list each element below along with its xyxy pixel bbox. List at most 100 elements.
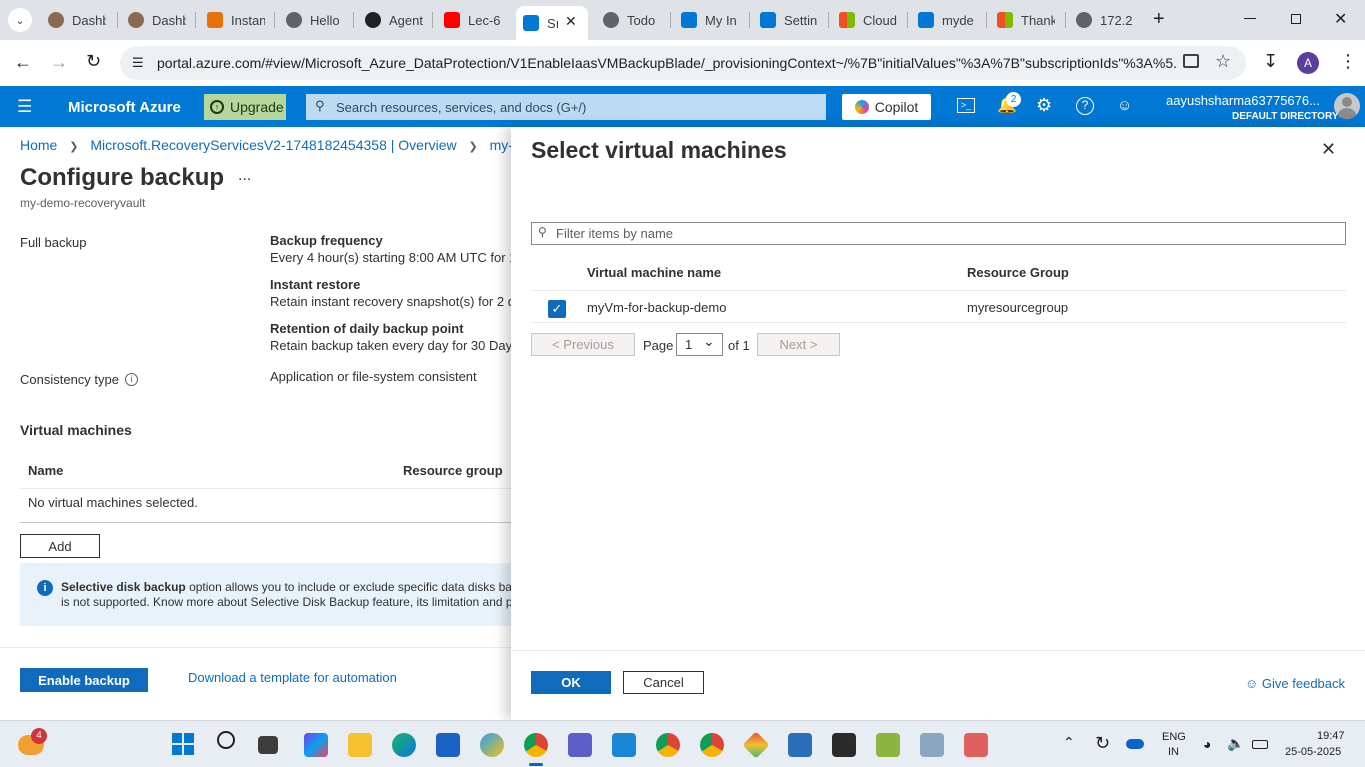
give-feedback-link[interactable]: ☺ Give feedback xyxy=(1245,676,1345,691)
chevron-down-icon: ⌄ xyxy=(703,333,715,349)
browser-tab[interactable]: Dashb xyxy=(128,8,186,32)
search-icon[interactable] xyxy=(217,731,235,749)
browser-tab[interactable]: 172.2 xyxy=(1076,8,1134,32)
tab-search-button[interactable]: ⌄ xyxy=(8,8,32,32)
browser-tab[interactable]: My In xyxy=(681,8,739,32)
add-vm-button[interactable]: Add xyxy=(20,534,100,558)
close-tab-icon[interactable]: ✕ xyxy=(565,13,577,30)
start-icon[interactable] xyxy=(172,733,194,755)
info-banner-text: option allows you to include or exclude … xyxy=(185,580,511,594)
breadcrumb: Home ❯ Microsoft.RecoveryServicesV2-1748… xyxy=(20,137,511,153)
global-search-input[interactable]: ⚲ Search resources, services, and docs (… xyxy=(306,94,826,120)
sync-icon[interactable]: ↻ xyxy=(1095,733,1110,754)
url-text[interactable]: portal.azure.com/#view/Microsoft_Azure_D… xyxy=(157,55,1177,71)
edge-icon[interactable] xyxy=(392,733,416,757)
previous-page-button[interactable]: < Previous xyxy=(531,333,635,356)
snipping-tool-icon[interactable] xyxy=(964,733,988,757)
cancel-button[interactable]: Cancel xyxy=(623,671,704,694)
chrome-icon[interactable] xyxy=(656,733,680,757)
forward-icon[interactable]: → xyxy=(50,52,68,73)
teams-icon[interactable] xyxy=(568,733,592,757)
wifi-icon[interactable]: ◕ xyxy=(1203,736,1211,752)
browser-tab[interactable]: Agent xyxy=(365,8,423,32)
info-circle-icon[interactable]: i xyxy=(125,373,138,386)
column-header-name: Name xyxy=(28,463,64,478)
clock-time[interactable]: 19:47 xyxy=(1317,730,1345,742)
filter-input[interactable]: ⚲ Filter items by name xyxy=(531,222,1346,245)
address-bar[interactable]: ☰ portal.azure.com/#view/Microsoft_Azure… xyxy=(120,46,1246,80)
help-icon[interactable]: ? xyxy=(1076,97,1094,115)
browser-tab[interactable]: Hello xyxy=(286,8,344,32)
browser-tab-strip: ⌄ Dashb Dashb Instan Hello Agent Lec-6 S… xyxy=(0,0,1365,40)
restore-icon[interactable] xyxy=(1291,14,1301,24)
feedback-person-icon: ☺ xyxy=(1245,676,1259,691)
profile-avatar[interactable]: A xyxy=(1297,52,1319,74)
page-select[interactable]: 1 ⌄ xyxy=(676,333,723,356)
browser-tab[interactable]: Thank xyxy=(997,8,1055,32)
onedrive-icon[interactable] xyxy=(1126,739,1144,749)
copilot-button[interactable]: Copilot xyxy=(842,94,931,120)
breadcrumb-home[interactable]: Home xyxy=(20,137,57,153)
remote-desktop-icon[interactable] xyxy=(920,733,944,757)
download-template-link[interactable]: Download a template for automation xyxy=(188,670,397,685)
more-actions-icon[interactable]: ... xyxy=(238,167,251,185)
cloud-shell-icon[interactable]: >_ xyxy=(957,98,975,113)
close-panel-icon[interactable]: ✕ xyxy=(1321,139,1336,160)
weather-icon[interactable] xyxy=(480,733,504,757)
chevron-up-icon[interactable]: ⌃ xyxy=(1063,734,1075,751)
install-app-icon[interactable] xyxy=(1183,54,1199,68)
task-view-icon[interactable] xyxy=(258,736,278,754)
app-icon[interactable] xyxy=(742,731,770,759)
info-banner-bold: Selective disk backup xyxy=(61,580,186,594)
row-checkbox[interactable]: ✓ xyxy=(548,300,566,318)
browser-menu-icon[interactable]: ⋮ xyxy=(1339,51,1357,72)
enable-backup-button[interactable]: Enable backup xyxy=(20,668,148,692)
battery-icon[interactable] xyxy=(1252,740,1268,749)
search-icon: ⚲ xyxy=(315,98,325,113)
browser-tab[interactable]: Lec-6 xyxy=(444,8,502,32)
next-page-button[interactable]: Next > xyxy=(757,333,840,356)
browser-tab-active[interactable]: Sı ✕ xyxy=(516,6,588,40)
user-avatar[interactable] xyxy=(1334,93,1360,119)
vscode-icon[interactable] xyxy=(612,733,636,757)
close-window-icon[interactable]: ✕ xyxy=(1334,9,1347,29)
minimize-icon[interactable] xyxy=(1244,18,1256,19)
ok-button[interactable]: OK xyxy=(531,671,611,694)
upgrade-button[interactable]: ↑ Upgrade xyxy=(204,94,286,120)
user-name[interactable]: aayushsharma63775676... xyxy=(1166,93,1330,108)
bookmark-star-icon[interactable]: ☆ xyxy=(1215,51,1231,72)
browser-tab[interactable]: Dashb xyxy=(48,8,106,32)
page-label: Page xyxy=(643,338,674,353)
site-info-icon[interactable]: ☰ xyxy=(132,55,144,71)
vm-section-title: Virtual machines xyxy=(20,422,132,438)
browser-tab[interactable]: Todo xyxy=(603,8,661,32)
browser-tab[interactable]: myde xyxy=(918,8,976,32)
back-icon[interactable]: ← xyxy=(14,52,32,73)
breadcrumb-vault[interactable]: Microsoft.RecoveryServicesV2-17481824543… xyxy=(90,137,456,153)
reload-icon[interactable]: ↻ xyxy=(86,51,101,72)
breadcrumb-current[interactable]: my-demo xyxy=(490,137,511,153)
browser-tab[interactable]: Cloud xyxy=(839,8,897,32)
feedback-icon[interactable]: ☺ xyxy=(1117,97,1132,114)
terminal-icon[interactable] xyxy=(832,733,856,757)
store-icon[interactable] xyxy=(436,733,460,757)
chrome-icon[interactable] xyxy=(524,733,548,757)
chrome-icon[interactable] xyxy=(700,733,724,757)
file-explorer-icon[interactable] xyxy=(348,733,372,757)
portal-menu-icon[interactable]: ☰ xyxy=(17,97,32,117)
settings-gear-icon[interactable]: ⚙ xyxy=(1036,95,1052,116)
language-indicator[interactable]: ENG xyxy=(1162,731,1186,743)
powershell-icon[interactable] xyxy=(788,733,812,757)
volume-icon[interactable]: 🔈 xyxy=(1227,735,1244,752)
browser-tab[interactable]: Settin xyxy=(760,8,818,32)
divider xyxy=(20,488,511,489)
directory-name: DEFAULT DIRECTORY xyxy=(1232,111,1339,122)
downloads-icon[interactable]: ↧ xyxy=(1263,51,1278,72)
m365-icon[interactable] xyxy=(304,733,328,757)
app-icon[interactable] xyxy=(876,733,900,757)
browser-tab[interactable]: Instan xyxy=(207,8,265,32)
browser-toolbar: ← → ↻ ☰ portal.azure.com/#view/Microsoft… xyxy=(0,40,1365,86)
azure-brand[interactable]: Microsoft Azure xyxy=(68,99,181,116)
table-row[interactable]: ✓ myVm-for-backup-demo myresourcegroup xyxy=(531,291,1346,322)
new-tab-icon[interactable]: + xyxy=(1153,8,1165,31)
